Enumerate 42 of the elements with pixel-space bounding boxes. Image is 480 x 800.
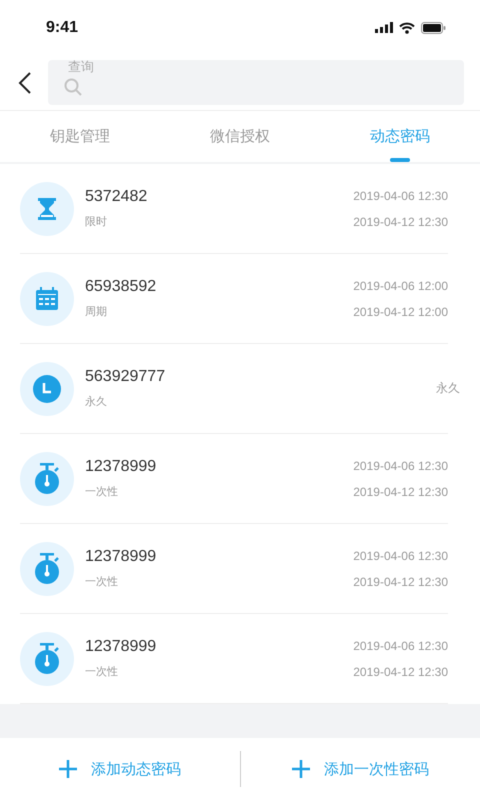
tab[interactable]: 动态密码: [320, 111, 480, 162]
password-type: 限时: [85, 214, 108, 229]
validity-date: 永久: [436, 380, 460, 397]
plus-icon: [292, 760, 310, 778]
password-code: 12378999: [85, 458, 158, 476]
tab[interactable]: 钥匙管理: [0, 111, 160, 162]
password-code: 563929777: [85, 368, 166, 386]
search-field[interactable]: 查询: [68, 60, 268, 74]
validity-date: 2019-04-12 12:30: [353, 574, 448, 588]
password-code: 5372482: [85, 188, 148, 206]
password-type: 一次性: [85, 574, 119, 589]
validity-date: 2019-04-06 12:30: [353, 548, 448, 562]
password-type: 一次性: [85, 484, 119, 499]
status-time: 9:41: [46, 18, 78, 36]
password-type: 周期: [85, 304, 108, 319]
validity-date: 2019-04-06 12:30: [353, 638, 448, 652]
stopwatch-icon: [33, 642, 61, 674]
clock-icon: [33, 374, 61, 402]
password-code: 12378999: [85, 638, 158, 656]
add-button[interactable]: 添加动态密码: [54, 756, 185, 782]
wifi-icon: [399, 22, 415, 34]
plus-icon: [58, 760, 77, 778]
password-code: 65938592: [85, 278, 158, 296]
validity-date: 2019-04-12 12:00: [353, 304, 448, 318]
tab[interactable]: 微信授权: [160, 111, 320, 162]
validity-date: 2019-04-12 12:30: [353, 664, 448, 678]
password-code: 12378999: [85, 548, 158, 566]
validity-date: 2019-04-12 12:30: [353, 214, 448, 228]
password-type: 一次性: [85, 664, 119, 679]
back-icon[interactable]: [18, 70, 32, 94]
stopwatch-icon: [33, 462, 61, 494]
validity-date: 2019-04-06 12:00: [353, 278, 448, 292]
password-type: 永久: [85, 394, 108, 409]
validity-date: 2019-04-06 12:30: [353, 188, 448, 202]
signal-icon: [375, 22, 393, 33]
calendar-icon: [35, 286, 59, 310]
stopwatch-icon: [33, 552, 61, 584]
battery-icon: [421, 22, 446, 34]
add-button[interactable]: 添加一次性密码: [288, 756, 433, 782]
search-icon: [64, 78, 82, 96]
validity-date: 2019-04-12 12:30: [353, 484, 448, 498]
validity-date: 2019-04-06 12:30: [353, 458, 448, 472]
